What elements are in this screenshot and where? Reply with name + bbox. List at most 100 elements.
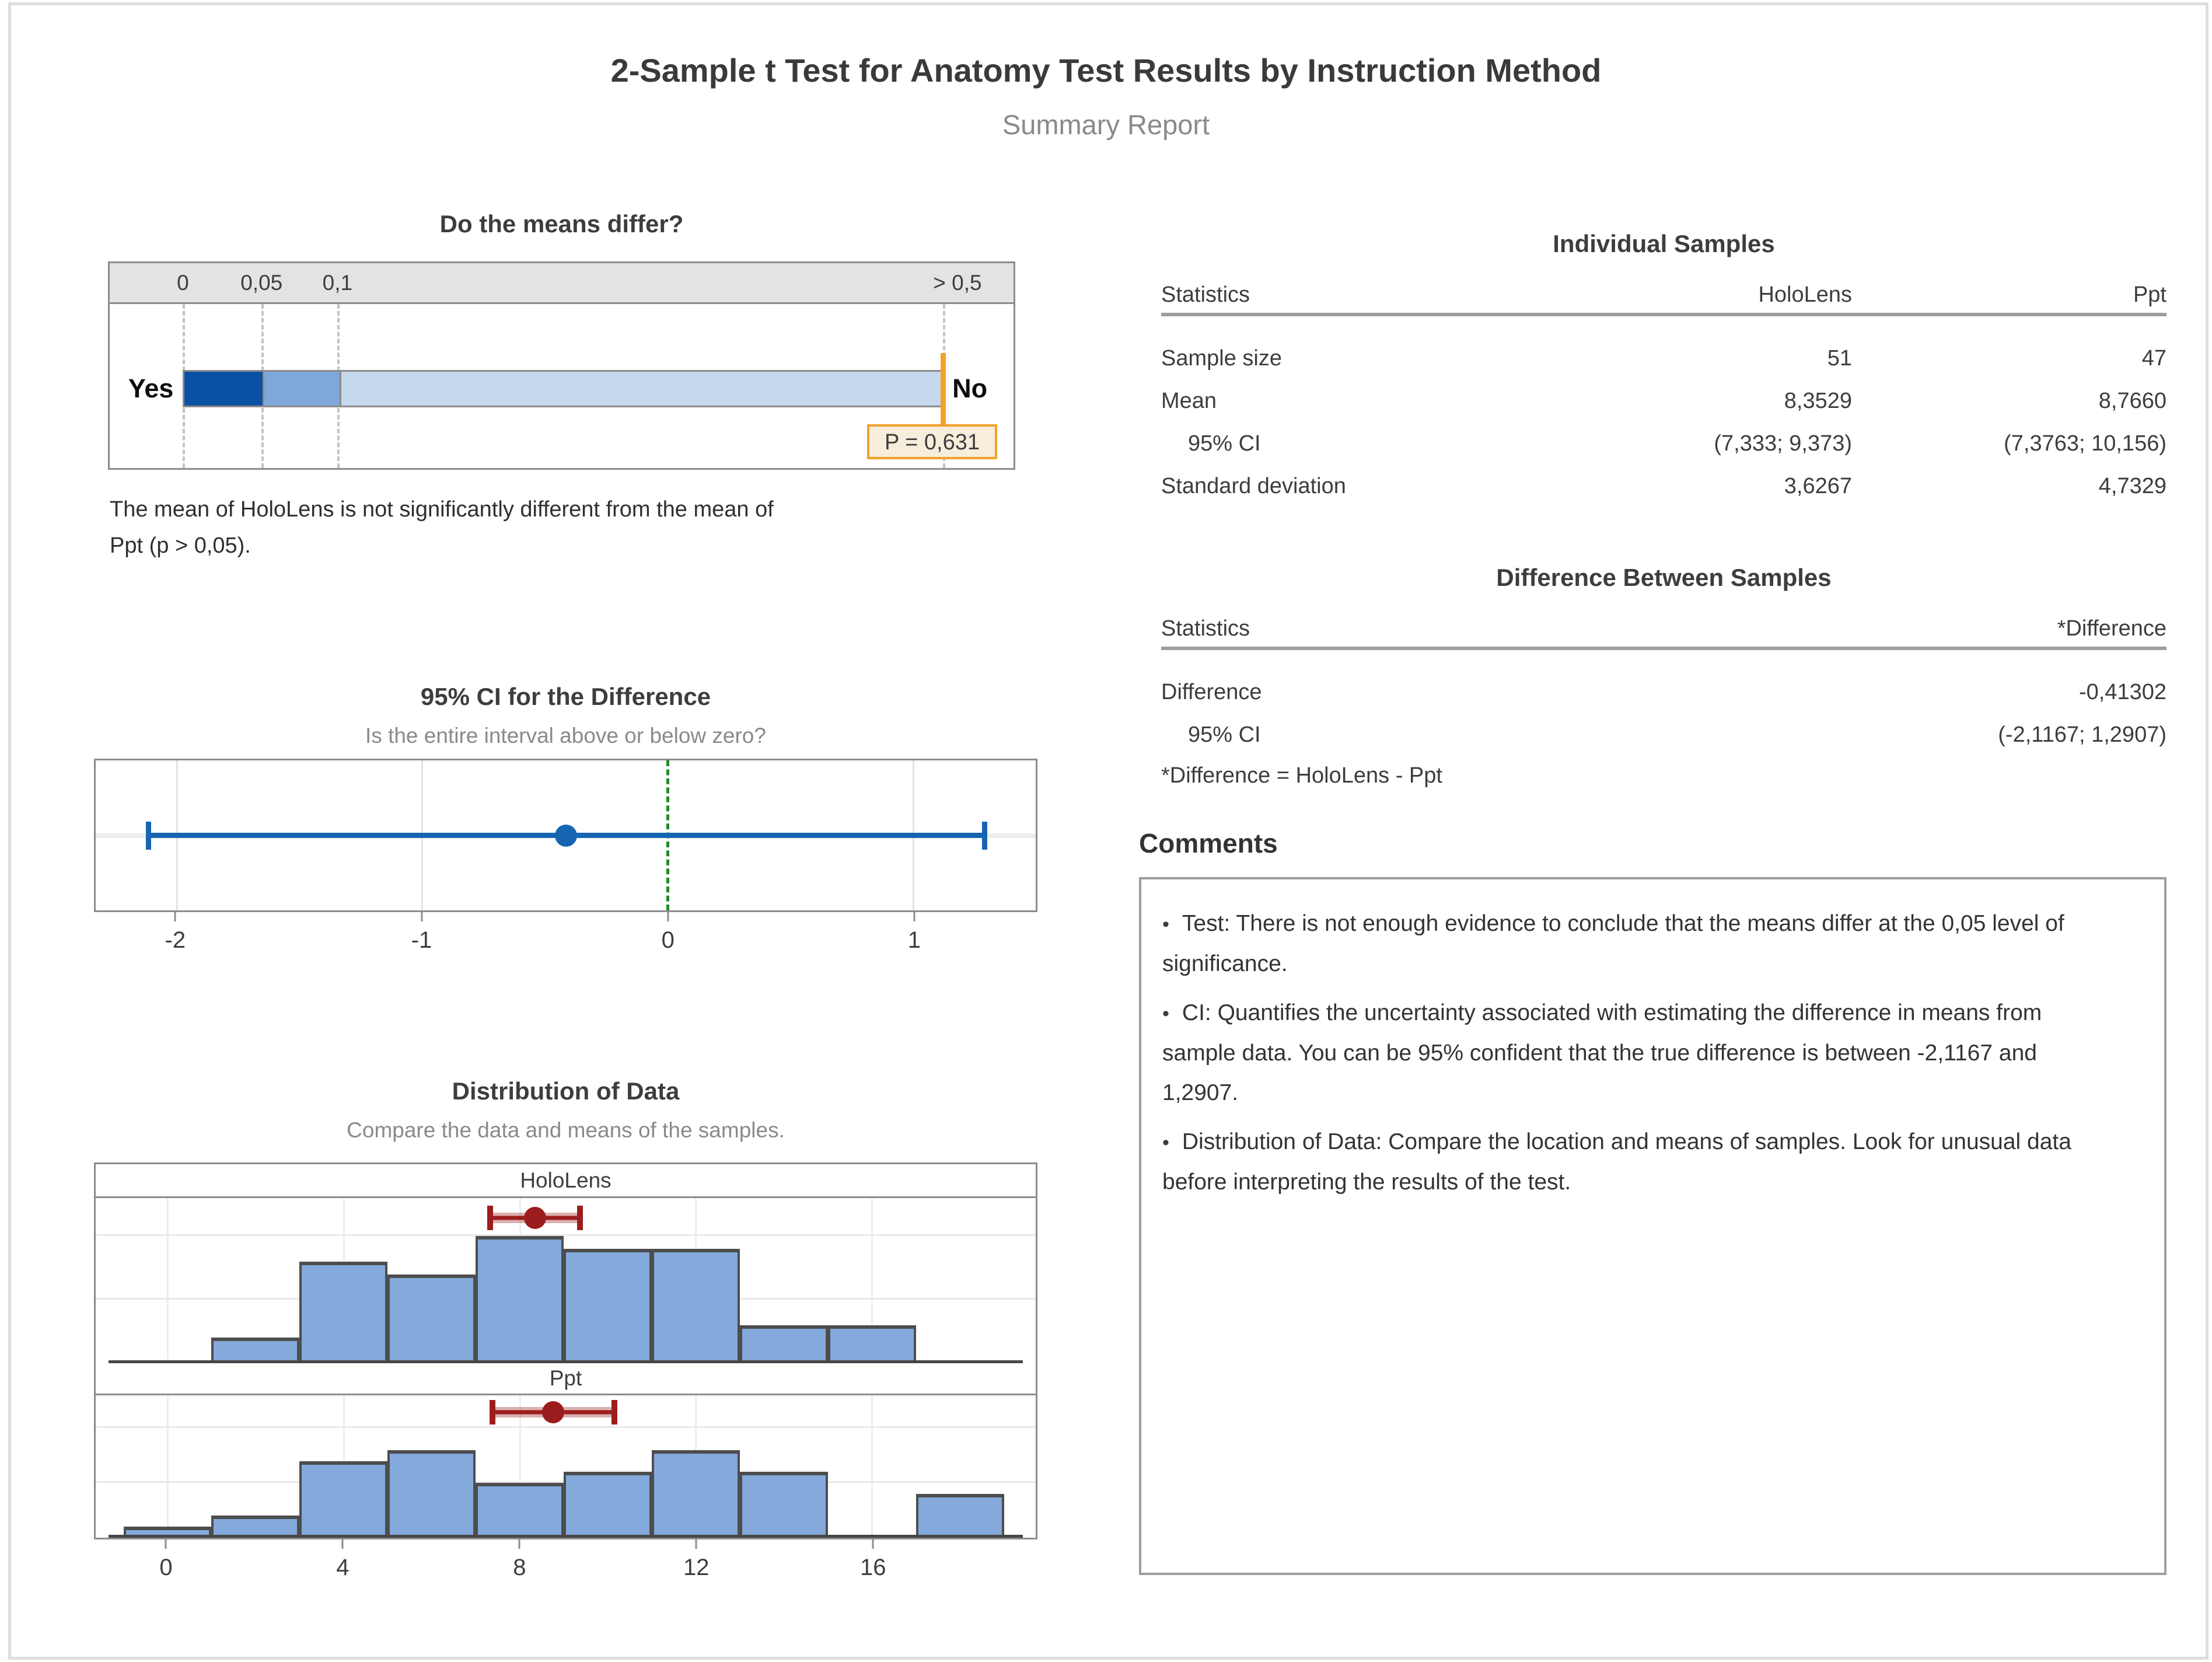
- histogram-x-gridline: [871, 1395, 873, 1538]
- ci-chart: [94, 759, 1037, 912]
- mean-ci-upper-cap: [611, 1400, 617, 1424]
- table-header-cell: Statistics: [1161, 616, 1852, 641]
- individual-samples-title: Individual Samples: [1161, 230, 2166, 258]
- table-spacer: [1161, 650, 2166, 671]
- ci-axis-tick: [913, 912, 915, 921]
- ci-chart-subtitle: Is the entire interval above or below ze…: [94, 724, 1037, 748]
- significance-plot-area: Yes No P = 0,631: [110, 304, 1014, 468]
- difference-table-title: Difference Between Samples: [1161, 564, 2166, 592]
- distribution-chart-subtitle: Compare the data and means of the sample…: [94, 1118, 1037, 1143]
- histogram-bar: [299, 1262, 387, 1363]
- comments-list: Test: There is not enough evidence to co…: [1141, 879, 2164, 1202]
- distribution-chart: HoloLens Ppt: [94, 1162, 1037, 1539]
- table-header-row: StatisticsHoloLensPpt: [1161, 277, 2166, 313]
- histogram-bar: [740, 1472, 828, 1538]
- significance-chart: 00,050,1> 0,5 Yes No P = 0,631: [108, 261, 1015, 470]
- ci-axis-tick-label: 1: [908, 927, 921, 954]
- sig-tick-label: > 0,5: [933, 271, 981, 295]
- ci-axis-tick-label: -1: [411, 927, 432, 954]
- histogram-bar: [564, 1249, 652, 1363]
- table-row-label: 95% CI: [1161, 722, 1852, 748]
- table-spacer: [1161, 316, 2166, 337]
- table-row-value: 3,6267: [1511, 474, 1852, 499]
- significance-scale-strip: 00,050,1> 0,5: [110, 263, 1014, 304]
- histogram-bar: [652, 1450, 740, 1538]
- no-label: No: [952, 370, 987, 407]
- significance-conclusion-text: The mean of HoloLens is not significantl…: [110, 491, 774, 564]
- table-row-label: Difference: [1161, 680, 1852, 705]
- table-row-value: 8,3529: [1511, 389, 1852, 414]
- comment-item: Distribution of Data: Compare the locati…: [1162, 1122, 2094, 1202]
- histogram-group-label-hololens: HoloLens: [96, 1164, 1036, 1198]
- distribution-axis-tick: [519, 1539, 520, 1549]
- distribution-x-axis: 0481216: [94, 1539, 1037, 1598]
- histogram-bar: [299, 1461, 387, 1538]
- ci-chart-title: 95% CI for the Difference: [94, 683, 1037, 711]
- distribution-axis-tick-label: 16: [860, 1555, 886, 1581]
- distribution-axis-tick: [342, 1539, 344, 1549]
- difference-table: Statistics*DifferenceDifference-0,413029…: [1161, 610, 2166, 756]
- distribution-chart-title: Distribution of Data: [94, 1077, 1037, 1105]
- histogram-bar: [740, 1325, 828, 1363]
- histogram-bar: [564, 1472, 652, 1538]
- page-title: 2-Sample t Test for Anatomy Test Results…: [0, 51, 2212, 89]
- histogram-bar: [652, 1249, 740, 1363]
- ci-axis-tick: [667, 912, 669, 921]
- table-header-cell: HoloLens: [1511, 282, 1852, 308]
- histogram-bar: [387, 1450, 476, 1538]
- histogram-y-gridline: [96, 1426, 1036, 1428]
- mean-ci-lower-cap: [487, 1206, 493, 1230]
- table-row: 95% CI(-2,1167; 1,2907): [1161, 714, 2166, 756]
- ci-upper-cap: [982, 822, 987, 850]
- comments-title: Comments: [1139, 827, 1278, 859]
- p-value-marker-line: [941, 353, 946, 425]
- sig-bar-segment: [340, 372, 941, 406]
- histogram-bar: [476, 1483, 564, 1538]
- ci-estimate-point: [555, 825, 577, 847]
- histogram-bar: [211, 1338, 299, 1363]
- histogram-baseline: [109, 1535, 1023, 1538]
- table-row: Mean8,35298,7660: [1161, 380, 2166, 423]
- histogram-bar: [916, 1494, 1004, 1538]
- comments-box: Test: There is not enough evidence to co…: [1139, 877, 2166, 1575]
- table-row-value: (-2,1167; 1,2907): [1852, 722, 2166, 748]
- mean-point: [542, 1401, 564, 1423]
- mean-point: [524, 1207, 546, 1229]
- table-row-label: Mean: [1161, 389, 1511, 414]
- sig-bar-segment: [184, 372, 263, 406]
- mean-ci-lower-cap: [490, 1400, 495, 1424]
- distribution-axis-tick-label: 12: [683, 1555, 710, 1581]
- table-header-row: Statistics*Difference: [1161, 610, 2166, 647]
- table-row-value: 8,7660: [1852, 389, 2166, 414]
- sig-tick-label: 0,1: [323, 271, 352, 295]
- table-row: Sample size5147: [1161, 337, 2166, 380]
- conclusion-line-2: Ppt (p > 0,05).: [110, 528, 774, 564]
- table-row-value: 47: [1852, 346, 2166, 371]
- p-value-callout: P = 0,631: [867, 424, 997, 459]
- table-row-label: Sample size: [1161, 346, 1511, 371]
- table-row-label: Standard deviation: [1161, 474, 1511, 499]
- distribution-axis-tick-label: 0: [159, 1555, 172, 1581]
- histogram-hololens: [96, 1198, 1036, 1363]
- table-header-cell: Statistics: [1161, 282, 1511, 308]
- ci-axis-tick-label: -2: [165, 927, 186, 954]
- mean-ci-upper-cap: [577, 1206, 583, 1230]
- histogram-x-gridline: [167, 1395, 169, 1538]
- table-row-value: (7,3763; 10,156): [1852, 431, 2166, 456]
- distribution-axis-tick-label: 4: [336, 1555, 349, 1581]
- table-row: Difference-0,41302: [1161, 671, 2166, 714]
- ci-axis-tick: [174, 912, 176, 921]
- table-row-value: 51: [1511, 346, 1852, 371]
- individual-samples-table: StatisticsHoloLensPptSample size5147Mean…: [1161, 277, 2166, 508]
- sig-tick-label: 0: [177, 271, 189, 295]
- table-row: Standard deviation3,62674,7329: [1161, 465, 2166, 508]
- table-row: 95% CI(7,333; 9,373)(7,3763; 10,156): [1161, 423, 2166, 465]
- yes-label: Yes: [110, 370, 173, 407]
- histogram-baseline: [109, 1360, 1023, 1363]
- histogram-bar: [476, 1236, 564, 1363]
- ci-axis-tick: [421, 912, 422, 921]
- conclusion-line-1: The mean of HoloLens is not significantl…: [110, 491, 774, 528]
- histogram-bar: [387, 1275, 476, 1363]
- table-header-cell: *Difference: [1852, 616, 2166, 641]
- table-row-value: (7,333; 9,373): [1511, 431, 1852, 456]
